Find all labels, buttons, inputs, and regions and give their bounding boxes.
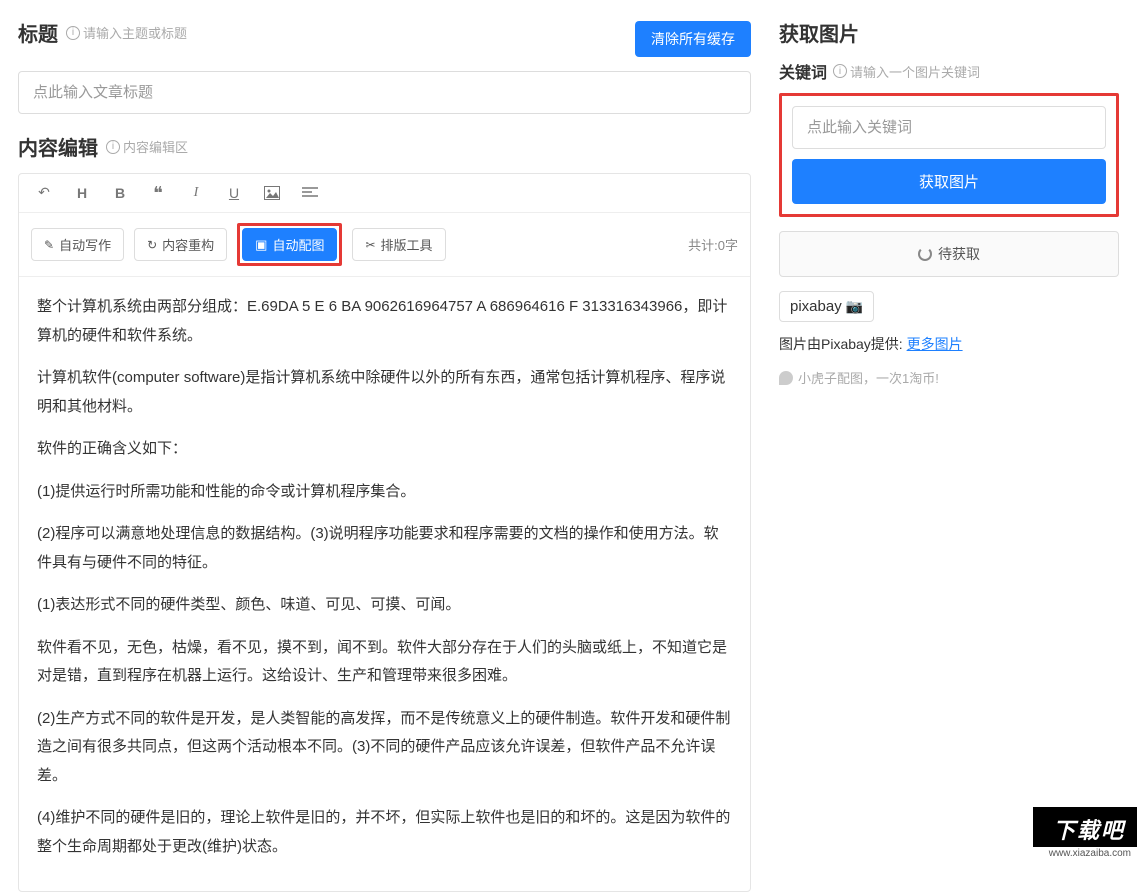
editor-box: ↶ H B ❝ I U ✎自动写作 ↻内容重构 ▣自动配图 ✂排版工具 bbox=[18, 173, 751, 892]
paragraph: 计算机软件(computer software)是指计算机系统中除硬件以外的所有… bbox=[37, 364, 732, 421]
info-icon: i bbox=[833, 64, 847, 78]
paragraph: 软件的正确含义如下： bbox=[37, 435, 732, 464]
get-image-button[interactable]: 获取图片 bbox=[792, 159, 1106, 204]
undo-icon[interactable]: ↶ bbox=[35, 184, 53, 202]
content-hint: i 内容编辑区 bbox=[106, 137, 188, 156]
editor-content[interactable]: 整个计算机系统由两部分组成：E.69DA 5 E 6 BA 9062616964… bbox=[19, 277, 750, 891]
status-pending[interactable]: 待获取 bbox=[779, 231, 1119, 277]
bold-icon[interactable]: B bbox=[111, 184, 129, 202]
paragraph: (2)生产方式不同的软件是开发，是人类智能的高发挥，而不是传统意义上的硬件制造。… bbox=[37, 705, 732, 791]
watermark: 下载吧 www.xiazaiba.com bbox=[1033, 807, 1137, 860]
pencil-icon: ✎ bbox=[44, 238, 54, 252]
camera-icon: 📷 bbox=[846, 298, 863, 315]
tools-icon: ✂ bbox=[365, 238, 375, 252]
coin-icon bbox=[779, 371, 793, 385]
content-heading: 内容编辑 bbox=[18, 132, 98, 161]
underline-icon[interactable]: U bbox=[225, 184, 243, 202]
quote-icon[interactable]: ❝ bbox=[149, 184, 167, 202]
more-images-link[interactable]: 更多图片 bbox=[907, 336, 963, 352]
paragraph: (1)提供运行时所需功能和性能的命令或计算机程序集合。 bbox=[37, 478, 732, 507]
align-icon[interactable] bbox=[301, 184, 319, 202]
right-panel: 获取图片 关键词 i 请输入一个图片关键词 获取图片 待获取 pixabay 📷… bbox=[779, 18, 1119, 860]
keyword-label: 关键词 bbox=[779, 59, 827, 83]
provider-info: 图片由Pixabay提供: 更多图片 bbox=[779, 334, 1119, 354]
restructure-button[interactable]: ↻内容重构 bbox=[134, 228, 227, 261]
title-hint: i 请输入主题或标题 bbox=[66, 23, 187, 42]
format-toolbar: ↶ H B ❝ I U bbox=[19, 174, 750, 213]
cost-note: 小虎子配图，一次1淘币! bbox=[779, 368, 1119, 387]
word-count: 共计:0字 bbox=[688, 235, 738, 254]
left-panel: 标题 i 请输入主题或标题 清除所有缓存 内容编辑 i 内容编辑区 ↶ H B … bbox=[18, 18, 751, 860]
action-toolbar: ✎自动写作 ↻内容重构 ▣自动配图 ✂排版工具 共计:0字 bbox=[19, 213, 750, 277]
heading-icon[interactable]: H bbox=[73, 184, 91, 202]
paragraph: 整个计算机系统由两部分组成：E.69DA 5 E 6 BA 9062616964… bbox=[37, 293, 732, 350]
keyword-highlight-frame: 获取图片 bbox=[779, 93, 1119, 217]
info-icon: i bbox=[106, 140, 120, 154]
paragraph: 软件看不见，无色，枯燥，看不见，摸不到，闻不到。软件大部分存在于人们的头脑或纸上… bbox=[37, 634, 732, 691]
title-heading: 标题 bbox=[18, 18, 58, 47]
paragraph: (1)表达形式不同的硬件类型、颜色、味道、可见、可摸、可闻。 bbox=[37, 591, 732, 620]
paragraph: (4)维护不同的硬件是旧的，理论上软件是旧的，并不坏，但实际上软件也是旧的和坏的… bbox=[37, 804, 732, 861]
title-input[interactable] bbox=[18, 71, 751, 114]
image-small-icon: ▣ bbox=[255, 237, 267, 253]
auto-image-button[interactable]: ▣自动配图 bbox=[242, 228, 337, 261]
clear-cache-button[interactable]: 清除所有缓存 bbox=[635, 21, 751, 57]
info-icon: i bbox=[66, 26, 80, 40]
keyword-input[interactable] bbox=[792, 106, 1106, 149]
italic-icon[interactable]: I bbox=[187, 184, 205, 202]
spinner-icon bbox=[918, 247, 932, 261]
highlight-box: ▣自动配图 bbox=[237, 223, 342, 266]
paragraph: (2)程序可以满意地处理信息的数据结构。(3)说明程序功能要求和程序需要的文档的… bbox=[37, 520, 732, 577]
get-image-heading: 获取图片 bbox=[779, 18, 859, 47]
pixabay-logo: pixabay 📷 bbox=[779, 291, 874, 322]
keyword-hint: i 请输入一个图片关键词 bbox=[833, 62, 980, 81]
layout-tool-button[interactable]: ✂排版工具 bbox=[352, 228, 445, 261]
refresh-icon: ↻ bbox=[147, 238, 157, 252]
image-icon[interactable] bbox=[263, 184, 281, 202]
auto-write-button[interactable]: ✎自动写作 bbox=[31, 228, 124, 261]
